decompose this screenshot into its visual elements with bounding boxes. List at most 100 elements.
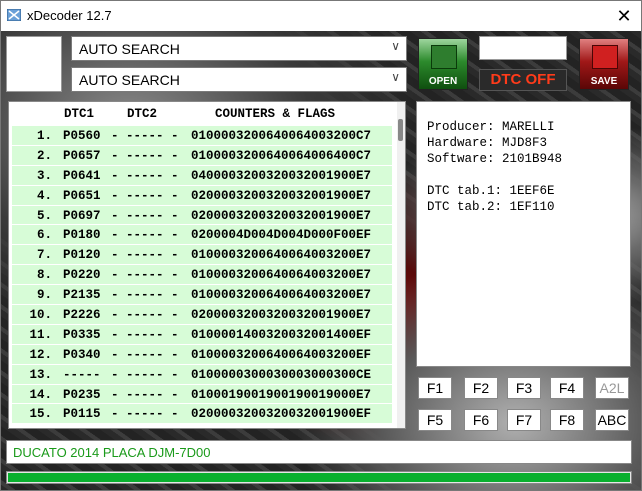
table-row[interactable]: 2. P0657 - ----- - 0100003200640064006400C7 <box>12 145 392 166</box>
save-label: SAVE <box>590 76 618 87</box>
row-dtc1: P0657 <box>63 148 101 163</box>
row-dtc1: P0340 <box>63 347 101 362</box>
dtc-off-button[interactable]: DTC OFF <box>479 69 567 91</box>
open-button[interactable]: OPEN <box>418 38 468 90</box>
table-row[interactable]: 13. ----- - ----- - 0100000300030003000300C… <box>12 364 392 385</box>
table-row[interactable]: 15. P0115 - ----- - 0200003200320032001900E… <box>12 404 392 425</box>
function-button-f8[interactable]: F8 <box>550 409 584 431</box>
row-number: 10. <box>29 308 52 323</box>
row-dtc1: P0180 <box>63 228 101 243</box>
row-dtc2: - ----- - <box>111 248 179 263</box>
table-row[interactable]: 10. P2226 - ----- - 0200003200320032001900E… <box>12 305 392 325</box>
app-icon <box>7 9 21 21</box>
status-bar: DUCATO 2014 PLACA DJM-7D00 <box>6 440 632 464</box>
function-button-f6[interactable]: F6 <box>464 409 498 431</box>
table-row[interactable]: 11. P0335 - ----- - 0100001400320032001400E… <box>12 324 392 345</box>
header-dtc1: DTC1 <box>64 107 95 121</box>
table-row[interactable]: 6. P0180 - ----- - 0200004D004D004D000F00EF <box>12 225 392 246</box>
row-number: 11. <box>29 327 52 342</box>
row-flags: 0100019001900190019000E7 <box>191 387 372 402</box>
table-row[interactable]: 4. P0651 - ----- - 0200003200320032001900E7 <box>12 185 392 206</box>
info-field <box>479 36 567 60</box>
row-number: 4. <box>36 188 52 203</box>
row-dtc1: P0120 <box>63 248 101 263</box>
table-row[interactable]: 5. P0697 - ----- - 0200003200320032001900E7 <box>12 205 392 226</box>
logo-box <box>6 36 62 92</box>
row-dtc1: P0641 <box>63 168 101 183</box>
producer-line: Producer: MARELLI <box>427 120 555 134</box>
row-number: 15. <box>29 407 52 422</box>
table-row[interactable]: 12. P0340 - ----- - 0100003200640064003200E… <box>12 344 392 365</box>
row-flags: 0200003200320032001900E7 <box>191 208 372 223</box>
app-window: xDecoder 12.7 ✕ AUTO SEARCH ∨ AUTO SEARC… <box>0 0 642 491</box>
row-dtc2: - ----- - <box>111 228 179 243</box>
folder-icon <box>431 45 457 69</box>
row-dtc2: - ----- - <box>111 288 179 303</box>
row-flags: 0100003200640064003200E7 <box>191 268 372 283</box>
row-number: 8. <box>36 268 52 283</box>
title-bar: xDecoder 12.7 ✕ <box>1 1 641 31</box>
row-dtc2: - ----- - <box>111 308 179 323</box>
row-number: 12. <box>29 347 52 362</box>
table-row[interactable]: 8. P0220 - ----- - 0100003200640064003200E7 <box>12 265 392 286</box>
row-flags: 0100003200640064003200E7 <box>191 288 372 303</box>
ecu-info-panel: Producer: MARELLI Hardware: MJD8F3 Softw… <box>416 101 631 367</box>
row-flags: 0200003200320032001900EF <box>191 407 372 422</box>
row-dtc2: - ----- - <box>111 407 179 422</box>
table-row[interactable]: 1. P0560 - ----- - 0100003200640064003200C7 <box>12 126 392 146</box>
scrollbar-thumb[interactable] <box>398 119 403 141</box>
row-flags: 0100003200640064006400C7 <box>191 148 372 163</box>
save-button[interactable]: SAVE <box>579 38 629 90</box>
scrollbar[interactable] <box>397 102 405 428</box>
row-dtc2: - ----- - <box>111 168 179 183</box>
function-button-f4[interactable]: F4 <box>550 377 584 399</box>
function-button-f2[interactable]: F2 <box>464 377 498 399</box>
progress-bar <box>6 471 632 484</box>
row-flags: 0200004D004D004D000F00EF <box>191 228 372 243</box>
row-number: 7. <box>36 248 52 263</box>
row-dtc2: - ----- - <box>111 327 179 342</box>
function-button-f7[interactable]: F7 <box>507 409 541 431</box>
chevron-down-icon: ∨ <box>391 70 400 84</box>
software-line: Software: 2101B948 <box>427 152 563 166</box>
dtc-table: DTC1 DTC2 COUNTERS & FLAGS 1. P0560 - ----… <box>8 101 406 429</box>
table-row[interactable]: 14. P0235 - ----- - 0100019001900190019000E… <box>12 384 392 405</box>
row-dtc1: P0697 <box>63 208 101 223</box>
row-dtc1: P0651 <box>63 188 101 203</box>
table-row[interactable]: 3. P0641 - ----- - 0400003200320032001900E7 <box>12 165 392 186</box>
progress-fill <box>8 473 630 482</box>
table-row[interactable]: 7. P0120 - ----- - 0100003200640064003200E7 <box>12 245 392 266</box>
function-button-a2l[interactable]: A2L <box>595 377 629 399</box>
row-dtc1: P0115 <box>63 407 101 422</box>
row-dtc1: P2135 <box>63 288 101 303</box>
row-dtc1: P2226 <box>63 308 101 323</box>
type-search-value: AUTO SEARCH <box>79 72 180 88</box>
row-dtc2: - ----- - <box>111 208 179 223</box>
row-flags: 0100000300030003000300CE <box>191 367 372 382</box>
type-search-select[interactable]: AUTO SEARCH ∨ <box>71 67 407 92</box>
table-header: DTC1 DTC2 COUNTERS & FLAGS <box>9 102 395 126</box>
table-body: 1. P0560 - ----- - 0100003200640064003200C7… <box>12 126 392 425</box>
row-dtc1: P0335 <box>63 327 101 342</box>
row-number: 1. <box>36 129 52 143</box>
row-flags: 0200003200320032001900E7 <box>191 188 372 203</box>
row-flags: 0400003200320032001900E7 <box>191 168 372 183</box>
function-button-abc[interactable]: ABC <box>595 409 629 431</box>
function-button-f5[interactable]: F5 <box>418 409 452 431</box>
row-dtc2: - ----- - <box>111 129 179 143</box>
row-flags: 0100003200640064003200EF <box>191 347 372 362</box>
table-row[interactable]: 9. P2135 - ----- - 0100003200640064003200E7 <box>12 285 392 306</box>
header-counters: COUNTERS & FLAGS <box>215 107 336 121</box>
function-button-f3[interactable]: F3 <box>507 377 541 399</box>
row-number: 5. <box>36 208 52 223</box>
close-icon[interactable]: ✕ <box>613 5 635 27</box>
row-flags: 0100003200640064003200E7 <box>191 248 372 263</box>
row-flags: 0100001400320032001400EF <box>191 327 372 342</box>
hardware-line: Hardware: MJD8F3 <box>427 136 548 150</box>
row-dtc1: P0560 <box>63 129 101 143</box>
window-title: xDecoder 12.7 <box>27 8 112 23</box>
row-dtc2: - ----- - <box>111 387 179 402</box>
function-button-f1[interactable]: F1 <box>418 377 452 399</box>
ecu-search-select[interactable]: AUTO SEARCH ∨ <box>71 36 407 61</box>
vehicle-status-text: DUCATO 2014 PLACA DJM-7D00 <box>13 445 211 460</box>
